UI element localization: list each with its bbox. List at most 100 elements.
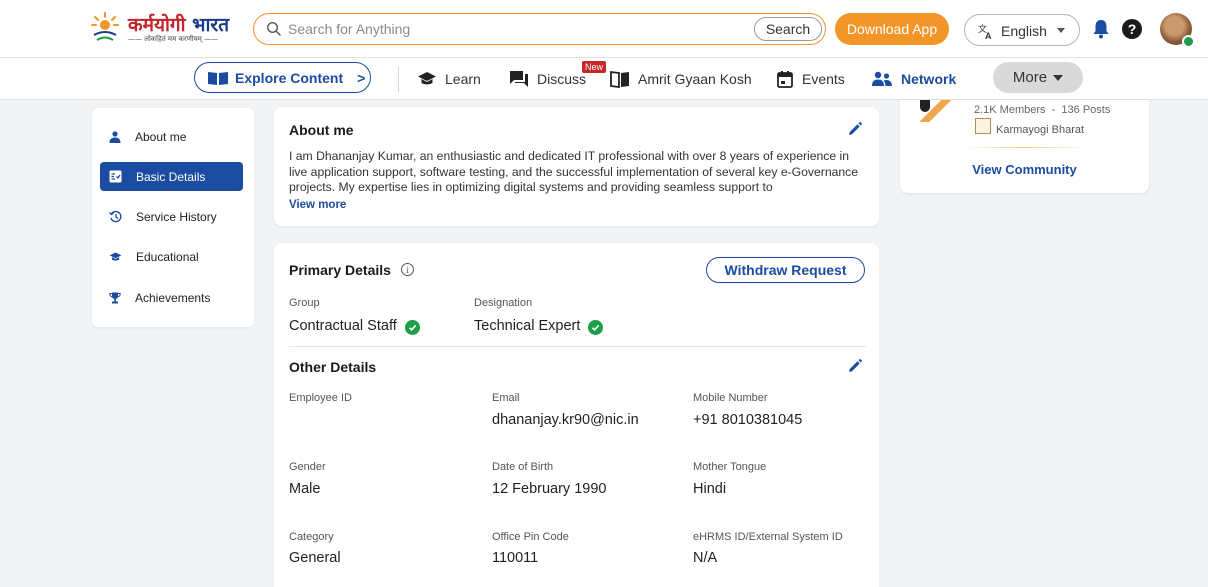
sidebar-item-label: Achievements <box>135 290 211 305</box>
logo-emblem-icon <box>91 12 119 41</box>
section-divider <box>289 346 866 347</box>
field-value-designation: Technical Expert <box>474 318 604 335</box>
nav-item-discuss[interactable]: Discuss <box>509 69 586 89</box>
more-label: More <box>1012 69 1048 86</box>
nav-divider <box>398 66 399 92</box>
more-menu-button[interactable]: More <box>993 62 1083 93</box>
field-label: Mobile Number <box>693 392 768 404</box>
sidebar-item-basic-details[interactable]: Basic Details <box>100 162 243 191</box>
translate-icon: 文 A <box>978 23 992 40</box>
chevron-down-icon <box>1053 74 1064 81</box>
sidebar-item-label: About me <box>135 129 187 144</box>
new-badge: New <box>582 61 607 73</box>
pencil-icon[interactable] <box>848 122 862 136</box>
nav-item-amrit-gyaan-kosh[interactable]: Amrit Gyaan Kosh <box>610 69 752 89</box>
language-selector[interactable]: 文 A English <box>964 14 1080 46</box>
verified-check-icon <box>588 320 604 335</box>
nav-item-network[interactable]: Network <box>871 69 956 89</box>
trophy-icon <box>109 292 121 303</box>
bell-icon[interactable] <box>1092 19 1110 39</box>
id-card-icon <box>109 170 122 183</box>
field-value-gender: Male <box>289 481 321 497</box>
field-value-mobile: +91 8010381045 <box>693 412 803 428</box>
about-me-card: About me I am Dhananjay Kumar, an enthus… <box>274 107 879 226</box>
svg-text:A: A <box>985 31 992 40</box>
field-value-date-of-birth: 12 February 1990 <box>492 481 607 497</box>
info-icon[interactable]: i <box>401 263 414 276</box>
community-thumbnail[interactable] <box>914 100 960 122</box>
sidebar-item-label: Basic Details <box>136 169 206 184</box>
view-more-link[interactable]: View more <box>289 199 346 211</box>
field-label: Group <box>289 297 320 309</box>
sidebar-item-label: Educational <box>136 249 199 264</box>
avatar[interactable] <box>1160 13 1195 48</box>
online-status-badge <box>1182 35 1195 48</box>
field-value-office-pin-code: 110011 <box>492 550 539 566</box>
community-org: Karmayogi Bharat <box>996 124 1085 136</box>
divider-line <box>962 147 1088 148</box>
history-icon <box>109 210 122 223</box>
field-label: Gender <box>289 461 326 473</box>
primary-details-title: Primary Details <box>289 262 391 278</box>
help-icon[interactable]: ? <box>1122 19 1142 39</box>
chevron-down-icon <box>1057 28 1065 33</box>
search-bar: Search <box>253 13 826 45</box>
field-label: eHRMS ID/External System ID <box>693 531 843 543</box>
open-book-icon <box>208 71 228 85</box>
logo-tagline: —— लोकहितं मम करणीयम् —— <box>128 35 219 43</box>
sidebar-item-label: Service History <box>136 209 217 224</box>
verified-check-icon <box>404 320 420 335</box>
person-icon <box>109 130 121 143</box>
karmayogi-logo[interactable]: कर्मयोगी भारत —— लोकहितं मम करणीयम् —— <box>88 9 238 49</box>
nav-item-events[interactable]: Events <box>776 69 845 89</box>
sidebar-item-achievements[interactable]: Achievements <box>100 283 243 312</box>
withdraw-request-button[interactable]: Withdraw Request <box>706 257 865 283</box>
other-details-title: Other Details <box>289 359 377 375</box>
field-value-mother-tongue: Hindi <box>693 481 727 497</box>
graduation-cap-icon <box>418 72 436 85</box>
about-me-text: I am Dhananjay Kumar, an enthusiastic an… <box>289 149 859 194</box>
top-header: कर्मयोगी भारत —— लोकहितं मम करणीयम् —— S… <box>0 0 1208 58</box>
community-stats: 2.1K Members - 136 Posts <box>974 104 1111 116</box>
nav-item-label: Events <box>802 71 845 87</box>
graduation-cap-icon <box>109 251 122 261</box>
field-label: Date of Birth <box>492 461 554 473</box>
pencil-icon[interactable] <box>848 359 862 373</box>
book-icon <box>610 70 629 88</box>
nav-item-label: Network <box>901 71 957 87</box>
details-card: Primary Details i Withdraw Request Group… <box>274 243 879 587</box>
profile-sidebar: About me Basic Details Service History E… <box>92 108 254 327</box>
explore-content-label: Explore Content <box>235 69 344 86</box>
organization-logo-icon <box>975 118 991 134</box>
people-icon <box>872 71 892 86</box>
nav-item-label: Discuss <box>537 71 587 87</box>
download-app-button[interactable]: Download App <box>835 13 949 45</box>
sidebar-item-about-me[interactable]: About me <box>100 122 243 151</box>
field-label: Employee ID <box>289 392 352 404</box>
sidebar-item-service-history[interactable]: Service History <box>100 202 243 231</box>
chevron-right-icon: > <box>357 69 366 86</box>
search-button[interactable]: Search <box>754 17 822 41</box>
field-value-group: Contractual Staff <box>289 318 420 335</box>
view-community-link[interactable]: View Community <box>900 162 1149 177</box>
field-value-email: dhananjay.kr90@nic.in <box>492 412 639 428</box>
sidebar-item-educational[interactable]: Educational <box>100 242 243 271</box>
field-label: Email <box>492 392 520 404</box>
nav-item-label: Learn <box>445 71 481 87</box>
calendar-icon <box>777 71 793 88</box>
thumbnail-figure <box>920 100 930 112</box>
nav-item-label: Amrit Gyaan Kosh <box>638 71 752 87</box>
field-label: Category <box>289 531 334 543</box>
field-label: Designation <box>474 297 533 309</box>
search-input[interactable] <box>288 19 708 39</box>
explore-content-button[interactable]: Explore Content > <box>194 62 371 93</box>
field-value-category: General <box>289 550 341 566</box>
field-value-ehrms-id: N/A <box>693 550 718 566</box>
search-icon <box>266 21 281 36</box>
field-label: Mother Tongue <box>693 461 767 473</box>
language-label: English <box>1001 23 1047 39</box>
nav-item-learn[interactable]: Learn <box>417 69 481 89</box>
logo-title: कर्मयोगी भारत <box>128 14 230 36</box>
about-me-title: About me <box>289 122 354 138</box>
chat-icon <box>510 71 528 87</box>
